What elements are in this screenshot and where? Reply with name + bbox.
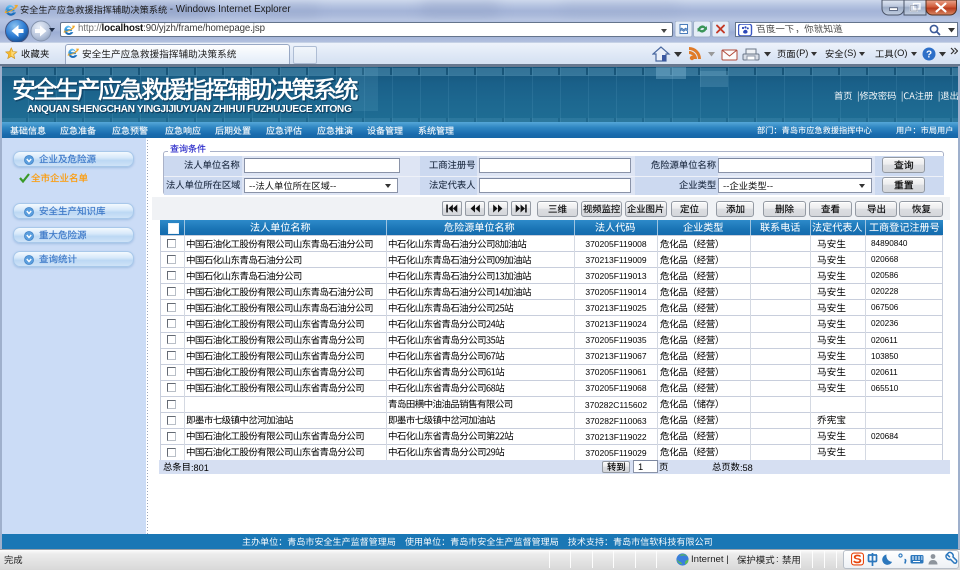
svg-text:?: ?: [926, 50, 932, 61]
